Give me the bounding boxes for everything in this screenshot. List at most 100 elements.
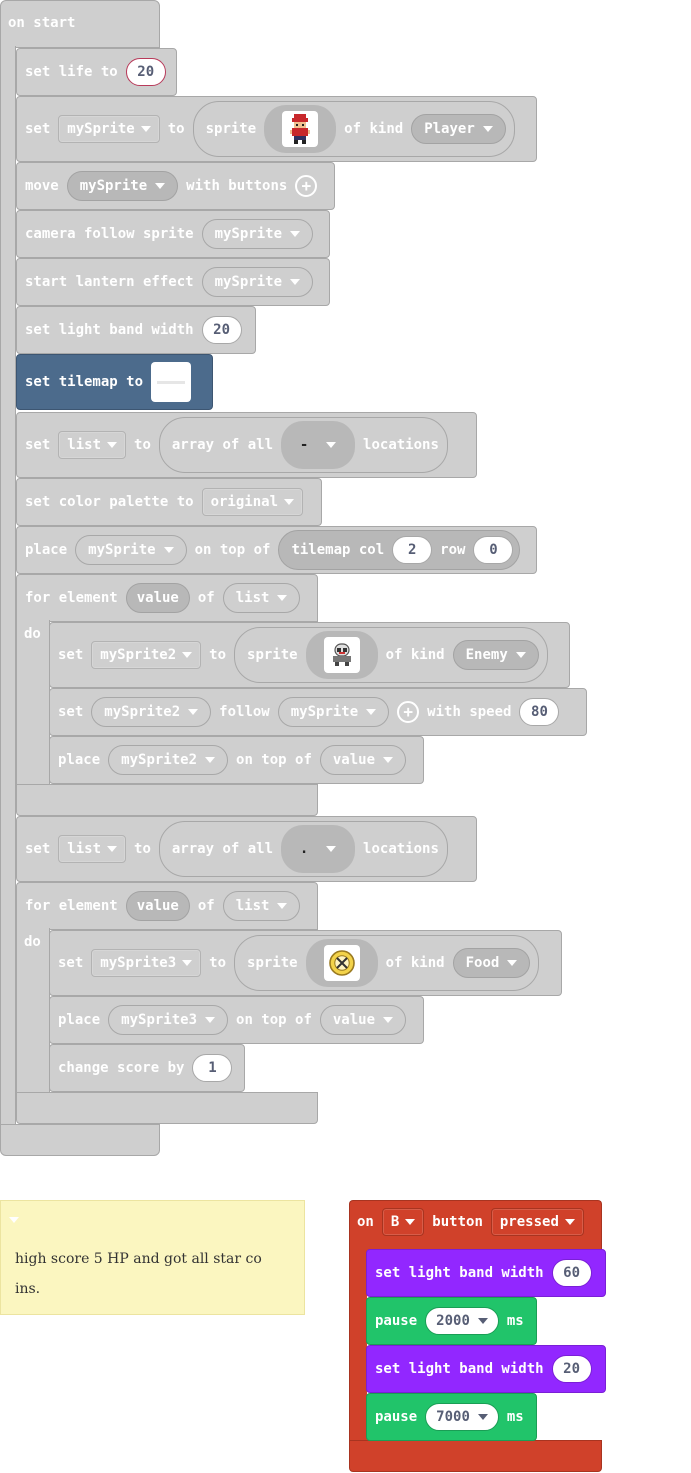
variable-dropdown-mysprite[interactable]: mySprite	[66, 171, 179, 201]
lantern-effect-block[interactable]: start lantern effect mySprite	[16, 258, 330, 306]
tilemap-col-row-reporter[interactable]: tilemap col 2 row 0	[278, 530, 521, 570]
place-sprite3-block[interactable]: place mySprite3 on top of value	[49, 996, 424, 1044]
set-sprite2-block[interactable]: set mySprite2 to sprite of kind Enemy	[49, 622, 570, 688]
dropdown-value: pressed	[499, 1214, 559, 1230]
dropdown-value: mySprite2	[100, 647, 177, 663]
variable-dropdown-value[interactable]: value	[319, 745, 407, 775]
kind-dropdown-enemy[interactable]: Enemy	[452, 640, 539, 670]
array-of-all-label: array of all	[171, 841, 274, 857]
tile-dropdown[interactable]: .	[281, 825, 356, 873]
set-color-palette-block[interactable]: set color palette to original	[16, 478, 322, 526]
array-of-all-locations-reporter[interactable]: array of all - locations	[158, 417, 448, 473]
dropdown-value: mySprite	[214, 226, 283, 242]
for-element-header[interactable]: for element value of list	[16, 574, 318, 622]
chevron-down-icon	[284, 499, 295, 505]
set-tilemap-block[interactable]: set tilemap to	[16, 354, 213, 410]
follow-block[interactable]: set mySprite2 follow mySprite + with spe…	[49, 688, 587, 736]
score-value-input[interactable]: 1	[192, 1054, 233, 1082]
comment-note[interactable]: high score 5 HP and got all star co ins.	[0, 1200, 305, 1315]
light-band-value-input[interactable]: 20	[201, 316, 242, 344]
camera-follow-label: camera follow sprite	[25, 226, 194, 242]
pause-duration-dropdown[interactable]: 2000	[425, 1307, 499, 1335]
comment-text-line-1: high score 5 HP and got all star co	[15, 1251, 262, 1267]
array-of-all-locations-reporter[interactable]: array of all . locations	[158, 821, 448, 877]
collapse-triangle-icon[interactable]	[9, 1217, 19, 1223]
expand-plus-icon[interactable]: +	[397, 701, 420, 723]
kind-dropdown-player[interactable]: Player	[411, 114, 506, 144]
set-list-block-2[interactable]: set list to array of all . locations	[16, 816, 477, 882]
place-sprite2-block[interactable]: place mySprite2 on top of value	[49, 736, 424, 784]
place-label: place	[25, 542, 68, 558]
chevron-down-icon	[477, 1318, 488, 1324]
chevron-down-icon	[482, 126, 493, 132]
pause-block-7000[interactable]: pause 7000 ms	[366, 1393, 537, 1441]
locations-label: locations	[363, 437, 439, 453]
kind-dropdown-food[interactable]: Food	[452, 948, 531, 978]
variable-dropdown-mysprite2[interactable]: mySprite2	[91, 697, 212, 727]
button-event-dropdown[interactable]: pressed	[490, 1208, 584, 1236]
button-name-dropdown[interactable]: B	[381, 1208, 425, 1236]
variable-dropdown-mysprite[interactable]: mySprite	[201, 267, 314, 297]
do-label: do	[24, 934, 41, 950]
dropdown-value: mySprite3	[121, 1012, 198, 1028]
variable-dropdown-mysprite3[interactable]: mySprite3	[91, 949, 202, 977]
tilemap-image-picker[interactable]	[151, 362, 192, 402]
loop-variable-value[interactable]: value	[125, 891, 190, 921]
event-footer	[349, 1440, 602, 1472]
set-life-block[interactable]: set life to 20	[16, 48, 177, 96]
sprite-of-kind-reporter[interactable]: sprite of kind Food	[234, 935, 540, 991]
pause-block-2000[interactable]: pause 2000 ms	[366, 1297, 537, 1345]
light-band-value-input[interactable]: 60	[551, 1259, 592, 1287]
camera-follow-block[interactable]: camera follow sprite mySprite	[16, 210, 330, 258]
set-list-block-1[interactable]: set list to array of all - locations	[16, 412, 477, 478]
pause-duration-dropdown[interactable]: 7000	[425, 1403, 499, 1431]
loop-variable-value[interactable]: value	[125, 583, 190, 613]
change-score-block[interactable]: change score by 1	[49, 1044, 245, 1092]
variable-dropdown-mysprite3[interactable]: mySprite3	[108, 1005, 229, 1035]
list-dropdown[interactable]: list	[222, 891, 301, 921]
variable-dropdown-list[interactable]: list	[58, 835, 127, 863]
expand-plus-icon[interactable]: +	[295, 175, 318, 197]
variable-dropdown-mysprite[interactable]: mySprite	[75, 535, 187, 565]
tile-dropdown[interactable]: -	[281, 421, 356, 469]
list-dropdown[interactable]: list	[222, 583, 301, 613]
move-with-buttons-block[interactable]: move mySprite with buttons +	[16, 162, 335, 210]
variable-dropdown-mysprite2[interactable]: mySprite2	[108, 745, 229, 775]
palette-dropdown[interactable]: original	[201, 488, 304, 516]
col-value-input[interactable]: 2	[392, 536, 433, 564]
for-element-header[interactable]: for element value of list	[16, 882, 318, 930]
dropdown-value: original	[210, 494, 279, 510]
life-value-input[interactable]: 20	[125, 58, 166, 86]
sprite-image-picker[interactable]	[305, 631, 378, 679]
speed-value-input[interactable]: 80	[519, 698, 560, 726]
variable-dropdown-mysprite[interactable]: mySprite	[277, 697, 390, 727]
sprite-label: sprite	[247, 955, 298, 971]
light-band-value-input[interactable]: 20	[551, 1355, 592, 1383]
dropdown-value: mySprite	[88, 542, 156, 558]
row-value-input[interactable]: 0	[473, 536, 514, 564]
dropdown-value: mySprite3	[100, 955, 177, 971]
set-sprite-block[interactable]: set mySprite to sprite of kind Player	[16, 96, 537, 162]
chevron-down-icon	[290, 279, 301, 285]
palette-label: set color palette to	[25, 494, 194, 510]
variable-dropdown-value[interactable]: value	[319, 1005, 407, 1035]
pause-label: pause	[375, 1409, 418, 1425]
variable-dropdown-mysprite2[interactable]: mySprite2	[91, 641, 202, 669]
sprite-image-picker[interactable]	[264, 105, 337, 153]
variable-dropdown-list[interactable]: list	[58, 431, 127, 459]
for-element-label: for element	[25, 898, 118, 914]
set-light-band-block[interactable]: set light band width 20	[16, 306, 256, 354]
place-on-tilemap-block[interactable]: place mySprite on top of tilemap col 2 r…	[16, 526, 537, 574]
sprite-of-kind-reporter[interactable]: sprite of kind Enemy	[234, 627, 548, 683]
sprite-of-kind-reporter[interactable]: sprite of kind Player	[192, 101, 515, 157]
chevron-down-icon	[507, 960, 518, 966]
set-light-band-block-60[interactable]: set light band width 60	[366, 1249, 606, 1297]
dropdown-value: Player	[424, 121, 475, 137]
variable-dropdown-mysprite[interactable]: mySprite	[201, 219, 314, 249]
for-loop-rail	[16, 620, 50, 788]
set-sprite3-block[interactable]: set mySprite3 to sprite of kind Food	[49, 930, 562, 996]
dropdown-value: Food	[465, 955, 500, 971]
sprite-image-picker[interactable]	[305, 939, 378, 987]
variable-dropdown-mysprite[interactable]: mySprite	[58, 115, 160, 143]
set-light-band-block-20[interactable]: set light band width 20	[366, 1345, 606, 1393]
